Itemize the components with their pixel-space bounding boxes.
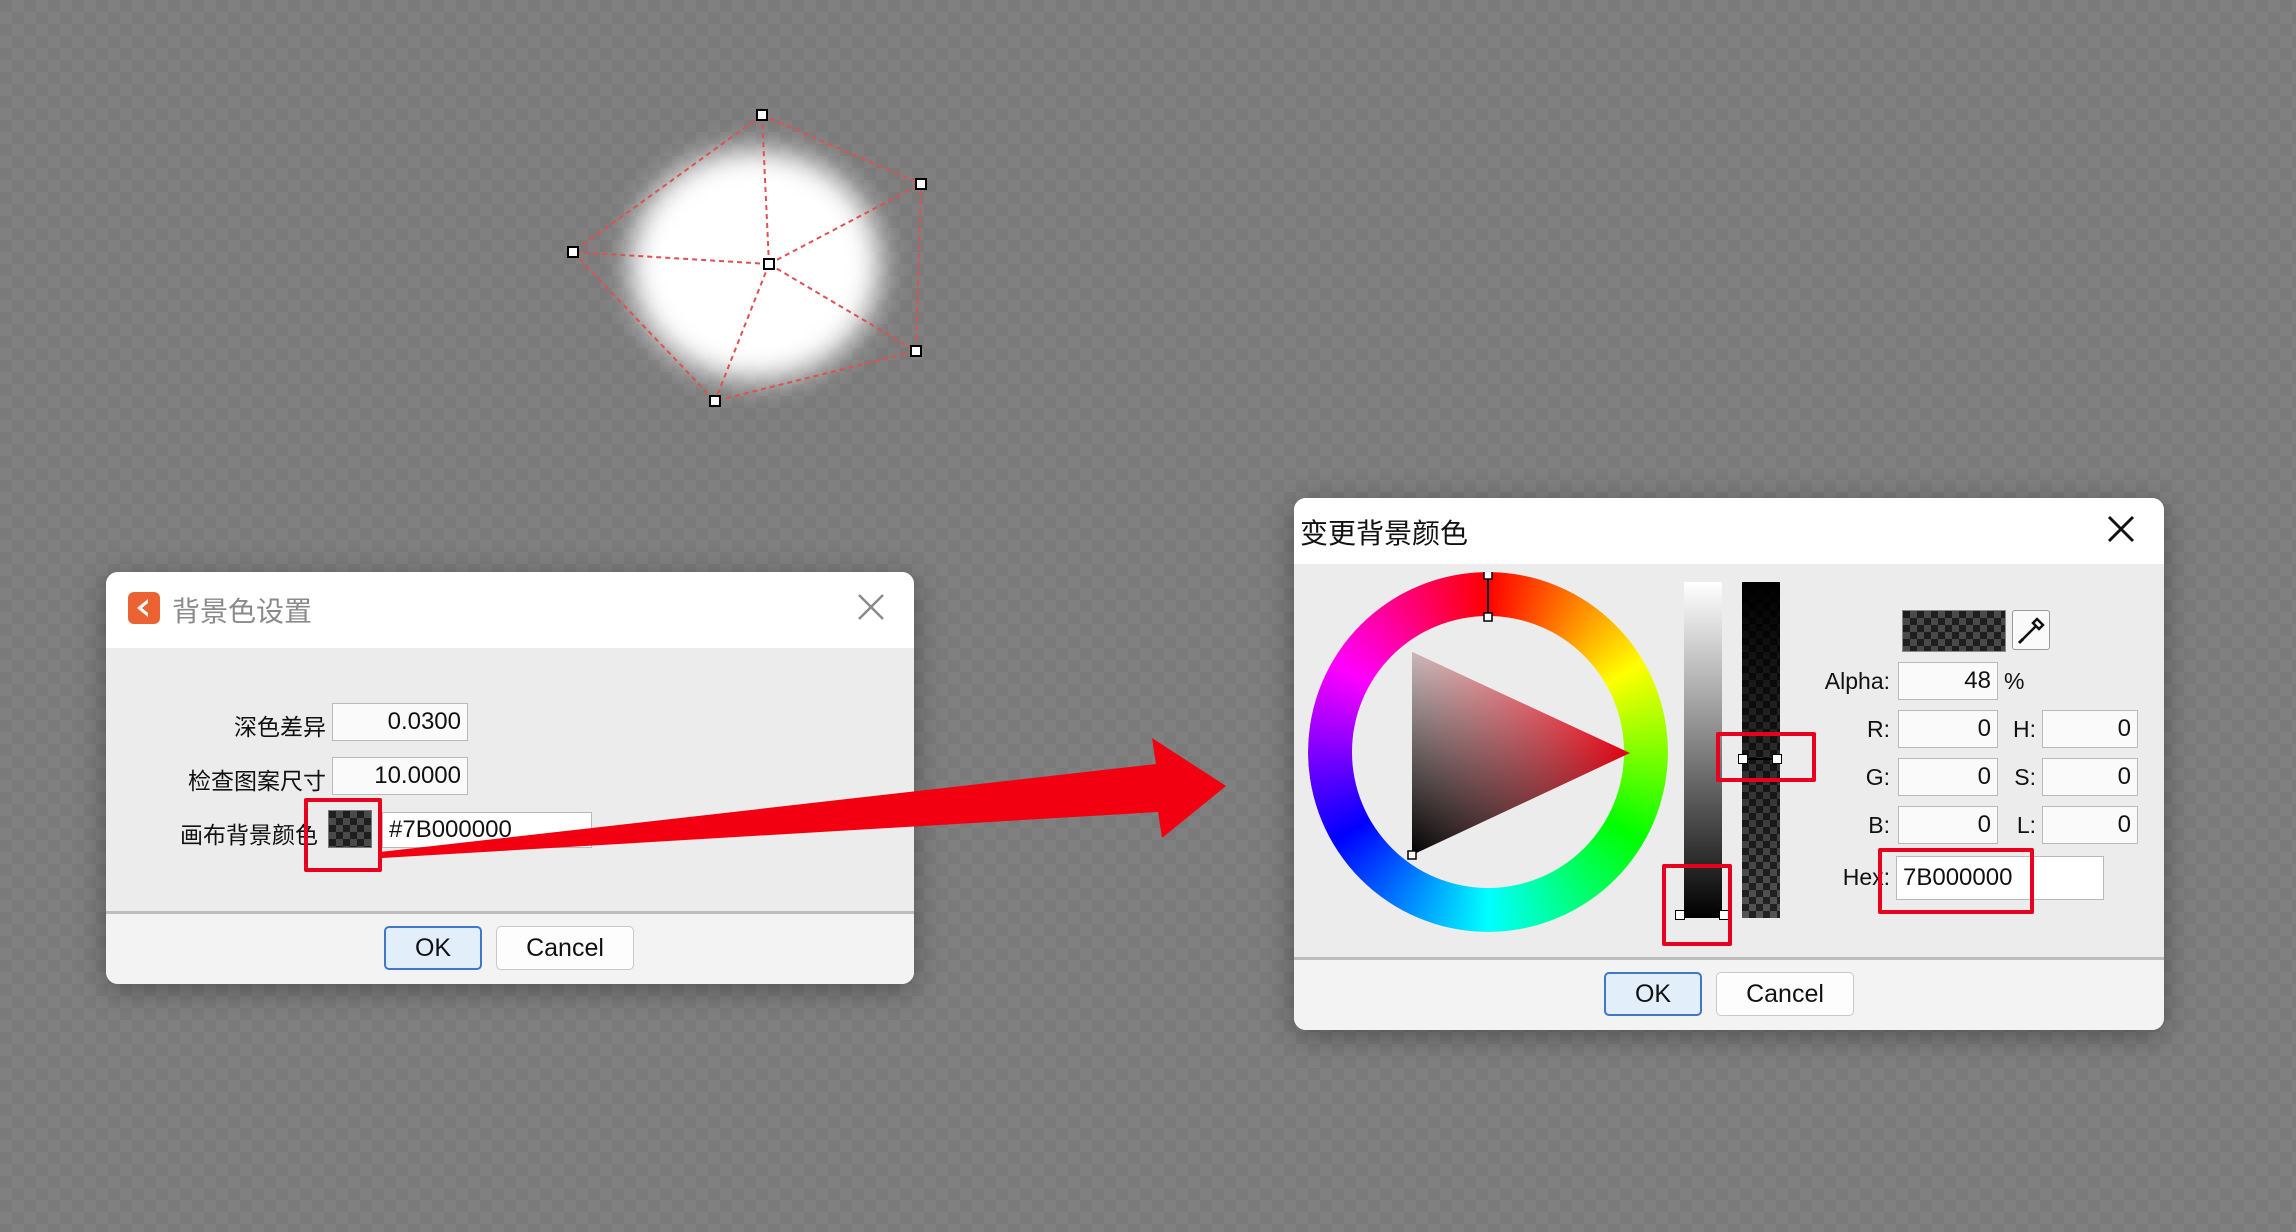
g-label: G: [1865, 764, 1890, 790]
alpha-label: Alpha: [1824, 668, 1890, 694]
ok-button[interactable]: OK [1604, 972, 1702, 1016]
dialog-footer: OK Cancel [1294, 957, 2164, 1030]
dialog-titlebar: 变更背景颜色 [1294, 498, 2164, 564]
s-field[interactable]: 0 [2042, 758, 2138, 796]
alpha-field[interactable]: 48 [1898, 662, 1998, 700]
lightness-highlight-box [1662, 864, 1732, 946]
l-field[interactable]: 0 [2042, 806, 2138, 844]
r-label: R: [1867, 716, 1890, 742]
g-field[interactable]: 0 [1898, 758, 1998, 796]
b-label: B: [1868, 812, 1890, 838]
cancel-button[interactable]: Cancel [1716, 972, 1854, 1016]
hue-wheel[interactable] [1308, 572, 1668, 932]
r-field[interactable]: 0 [1898, 710, 1998, 748]
dialog-title: 变更背景颜色 [1300, 517, 1469, 550]
color-preview-swatch [1902, 610, 2006, 652]
eyedropper-button[interactable] [2012, 610, 2050, 650]
alpha-highlight-box [1716, 732, 1816, 782]
s-label: S: [2014, 764, 2036, 790]
alpha-unit: % [2004, 668, 2025, 694]
h-label: H: [2013, 716, 2036, 742]
h-field[interactable]: 0 [2042, 710, 2138, 748]
close-icon[interactable] [2106, 514, 2136, 544]
b-field[interactable]: 0 [1898, 806, 1998, 844]
eyedropper-icon [2017, 617, 2045, 645]
hex-highlight-box [1878, 848, 2034, 914]
l-label: L: [2016, 812, 2036, 838]
color-picker-dialog: 变更背景颜色 Alpha: 48 % R: 0 G: 0 B: 0 H: 0 S… [1294, 498, 2164, 1030]
